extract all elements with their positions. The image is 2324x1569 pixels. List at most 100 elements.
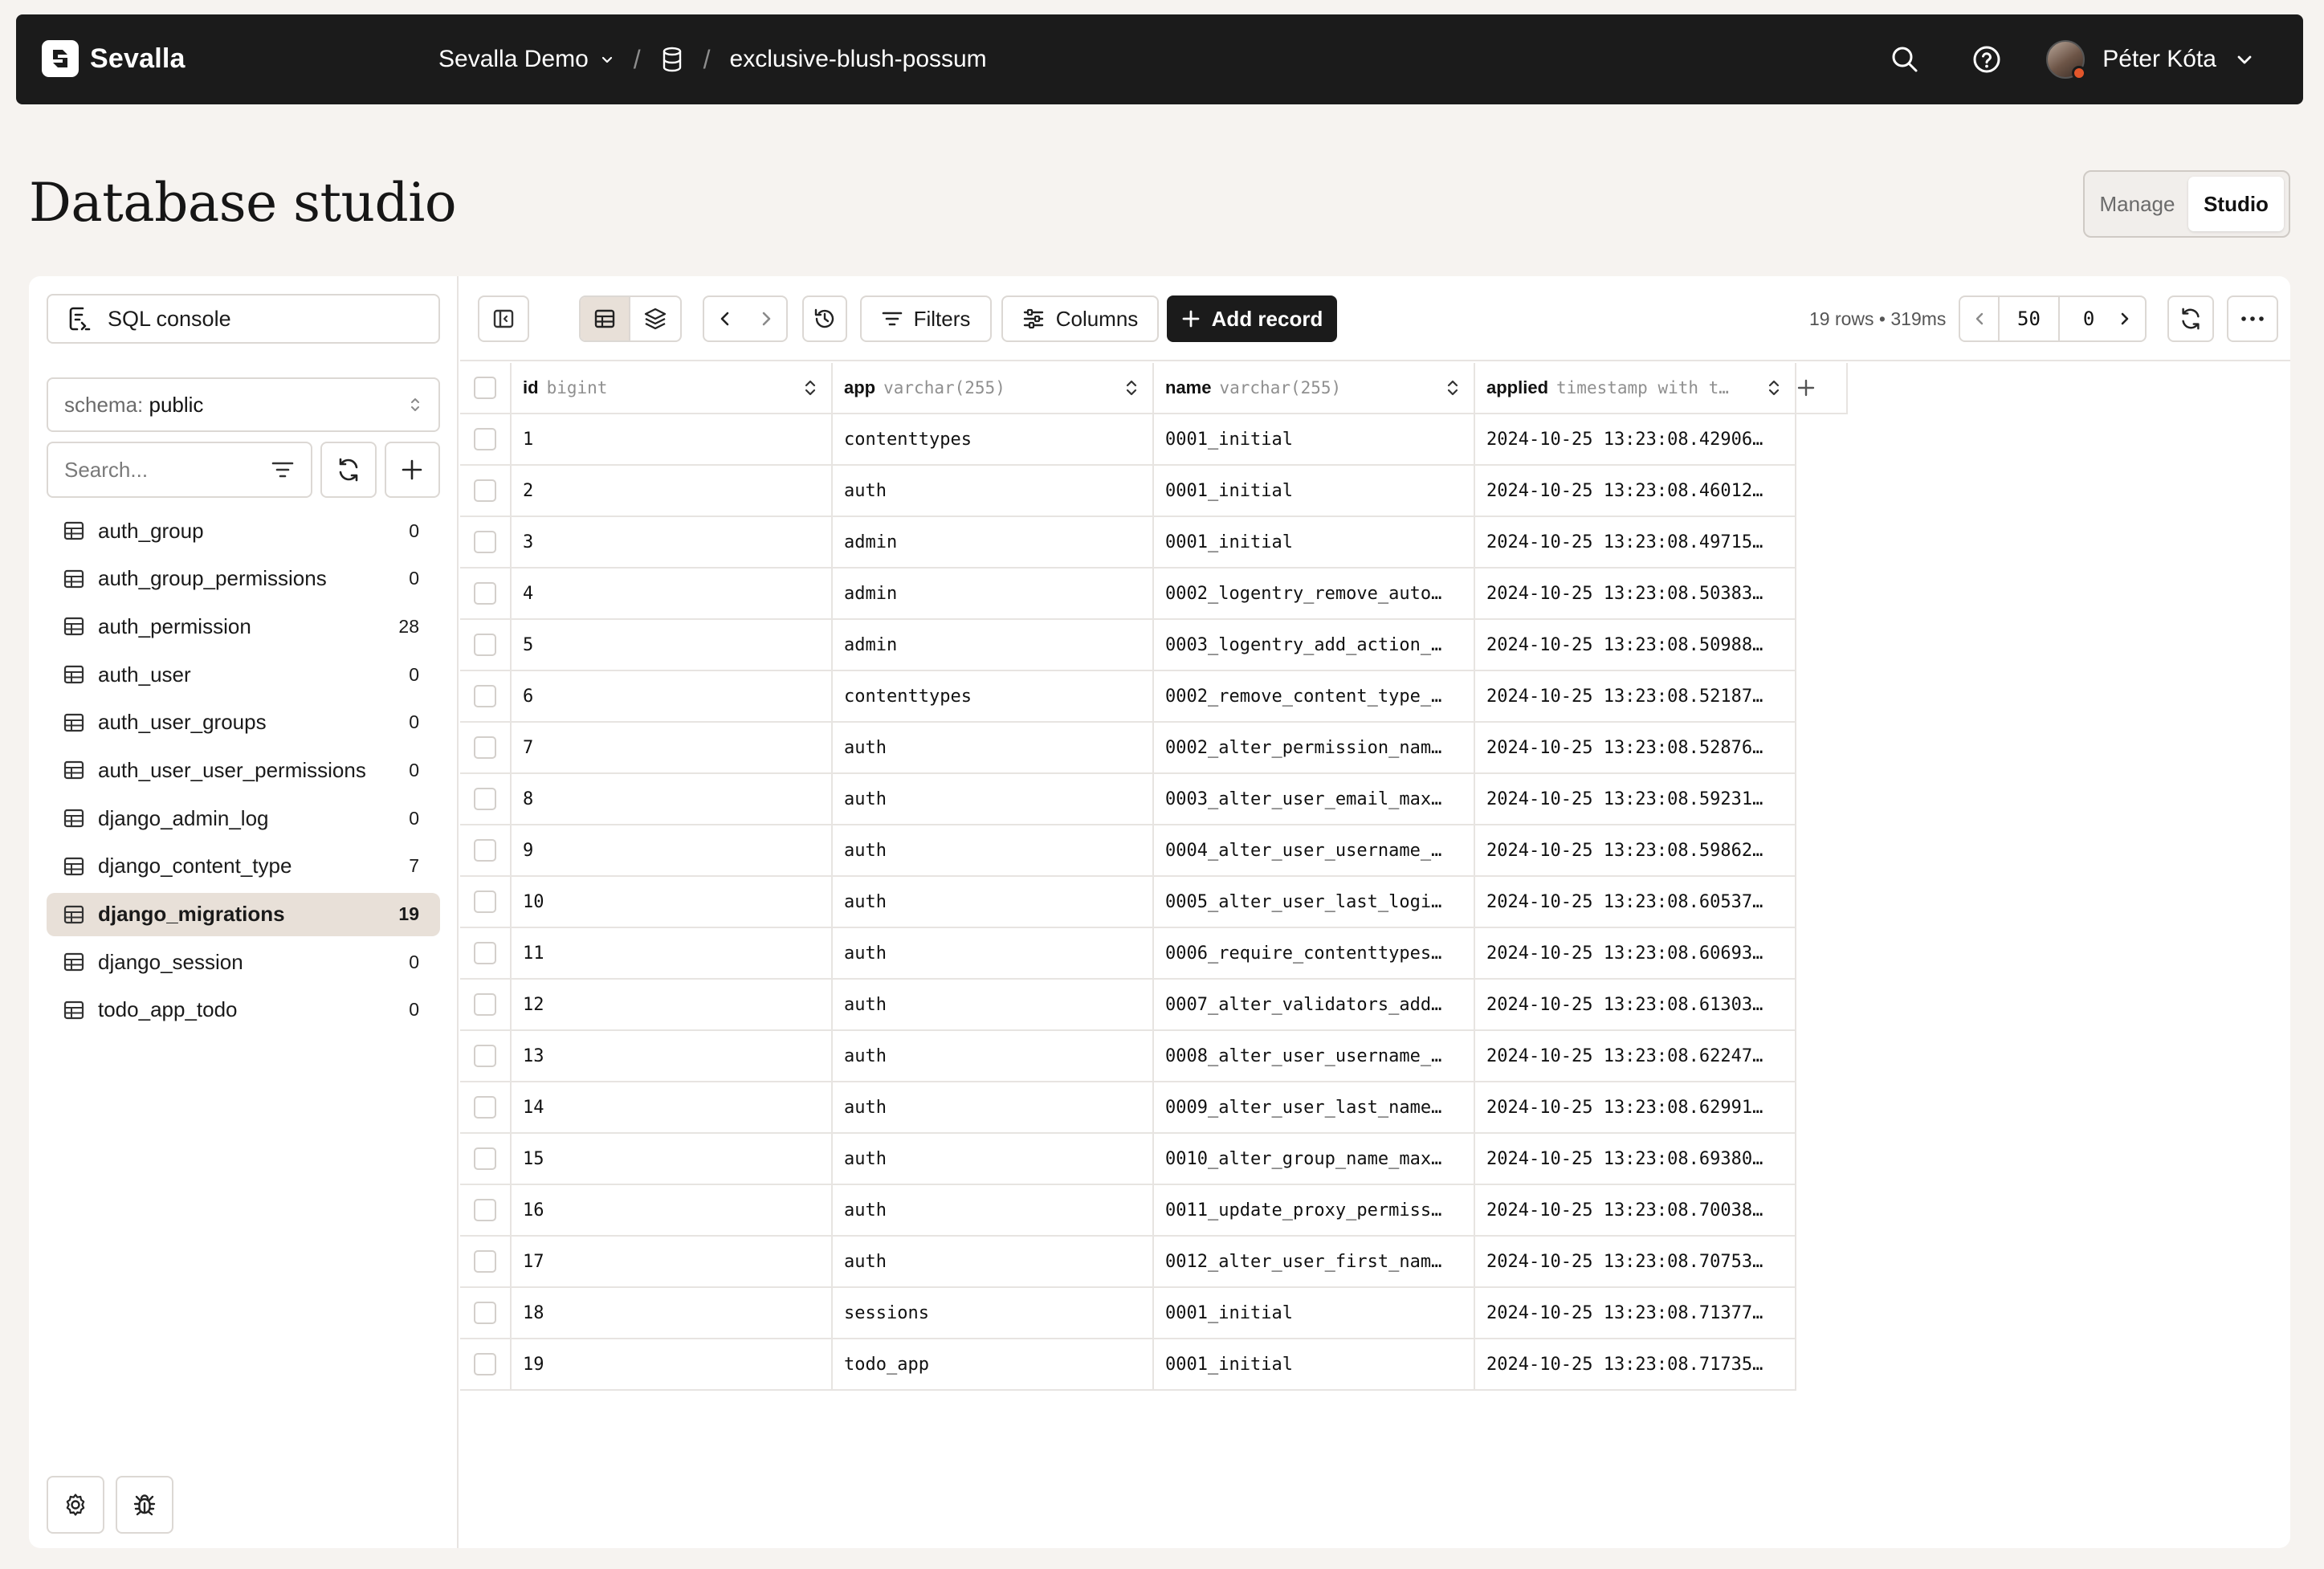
cell-name[interactable]: 0003_logentry_add_action_… xyxy=(1154,620,1475,671)
row-checkbox[interactable] xyxy=(474,428,496,450)
sql-console-button[interactable]: SQL console xyxy=(47,294,440,344)
table-row[interactable]: 3 admin 0001_initial 2024-10-25 13:23:08.49… xyxy=(460,517,1848,569)
table-row[interactable]: 19 todo_app 0001_initial 2024-10-25 13:23:0… xyxy=(460,1339,1848,1391)
cell-applied[interactable]: 2024-10-25 13:23:08.46012… xyxy=(1475,466,1796,517)
sidebar-item-auth-group-permissions[interactable]: auth_group_permissions 0 xyxy=(47,557,440,601)
cell-app[interactable]: admin xyxy=(833,569,1154,620)
cell-app[interactable]: auth xyxy=(833,1185,1154,1237)
cell-app[interactable]: auth xyxy=(833,928,1154,980)
add-table-button[interactable] xyxy=(384,442,440,498)
cell-id[interactable]: 3 xyxy=(512,517,833,569)
cell-id[interactable]: 10 xyxy=(512,877,833,928)
row-checkbox[interactable] xyxy=(474,1250,496,1273)
row-checkbox[interactable] xyxy=(474,942,496,964)
cell-name[interactable]: 0002_logentry_remove_auto… xyxy=(1154,569,1475,620)
cell-name[interactable]: 0001_initial xyxy=(1154,1339,1475,1391)
cell-name[interactable]: 0001_initial xyxy=(1154,414,1475,466)
cell-id[interactable]: 7 xyxy=(512,723,833,774)
cell-applied[interactable]: 2024-10-25 13:23:08.70038… xyxy=(1475,1185,1796,1237)
row-checkbox[interactable] xyxy=(474,839,496,862)
studio-tab[interactable]: Studio xyxy=(2188,177,2284,231)
sidebar-item-django-session[interactable]: django_session 0 xyxy=(47,940,440,984)
cell-id[interactable]: 4 xyxy=(512,569,833,620)
database-name[interactable]: exclusive-blush-possum xyxy=(730,46,987,73)
cell-id[interactable]: 5 xyxy=(512,620,833,671)
project-switcher[interactable]: Sevalla Demo xyxy=(438,46,614,73)
sidebar-item-auth-user-groups[interactable]: auth_user_groups 0 xyxy=(47,701,440,744)
cell-applied[interactable]: 2024-10-25 13:23:08.71377… xyxy=(1475,1288,1796,1339)
cell-applied[interactable]: 2024-10-25 13:23:08.62991… xyxy=(1475,1082,1796,1134)
table-row[interactable]: 15 auth 0010_alter_group_name_max… 2024-10-… xyxy=(460,1134,1848,1185)
table-row[interactable]: 6 contenttypes 0002_remove_content_type_… 2… xyxy=(460,671,1848,723)
structure-view-button[interactable] xyxy=(630,297,680,340)
cell-id[interactable]: 1 xyxy=(512,414,833,466)
cell-id[interactable]: 8 xyxy=(512,774,833,825)
manage-tab[interactable]: Manage xyxy=(2090,177,2185,231)
cell-applied[interactable]: 2024-10-25 13:23:08.71735… xyxy=(1475,1339,1796,1391)
column-header-name[interactable]: name varchar(255) xyxy=(1154,363,1475,414)
sidebar-item-auth-group[interactable]: auth_group 0 xyxy=(47,509,440,552)
row-checkbox[interactable] xyxy=(474,993,496,1016)
table-search-input[interactable] xyxy=(64,457,241,483)
cell-applied[interactable]: 2024-10-25 13:23:08.70753… xyxy=(1475,1237,1796,1288)
cell-applied[interactable]: 2024-10-25 13:23:08.62247… xyxy=(1475,1031,1796,1082)
filter-icon[interactable] xyxy=(271,459,295,480)
row-checkbox[interactable] xyxy=(474,1045,496,1067)
cell-app[interactable]: auth xyxy=(833,877,1154,928)
table-row[interactable]: 11 auth 0006_require_contenttypes… 2024-10-… xyxy=(460,928,1848,980)
cell-app[interactable]: auth xyxy=(833,1237,1154,1288)
table-row[interactable]: 2 auth 0001_initial 2024-10-25 13:23:08.460… xyxy=(460,466,1848,517)
cell-id[interactable]: 14 xyxy=(512,1082,833,1134)
cell-app[interactable]: auth xyxy=(833,980,1154,1031)
table-row[interactable]: 17 auth 0012_alter_user_first_nam… 2024-10-… xyxy=(460,1237,1848,1288)
row-checkbox[interactable] xyxy=(474,685,496,707)
cell-applied[interactable]: 2024-10-25 13:23:08.59231… xyxy=(1475,774,1796,825)
cell-applied[interactable]: 2024-10-25 13:23:08.50988… xyxy=(1475,620,1796,671)
search-icon[interactable] xyxy=(1882,37,1927,82)
sidebar-item-django-migrations[interactable]: django_migrations 19 xyxy=(47,892,440,936)
cell-id[interactable]: 9 xyxy=(512,825,833,877)
more-options-button[interactable] xyxy=(2227,295,2278,342)
cell-id[interactable]: 15 xyxy=(512,1134,833,1185)
cell-app[interactable]: todo_app xyxy=(833,1339,1154,1391)
page-limit-input[interactable]: 50 xyxy=(2000,297,2060,340)
add-column-button[interactable] xyxy=(1796,363,1848,414)
cell-id[interactable]: 16 xyxy=(512,1185,833,1237)
cell-name[interactable]: 0005_alter_user_last_logi… xyxy=(1154,877,1475,928)
table-row[interactable]: 18 sessions 0001_initial 2024-10-25 13:23:0… xyxy=(460,1288,1848,1339)
cell-name[interactable]: 0001_initial xyxy=(1154,1288,1475,1339)
cell-app[interactable]: contenttypes xyxy=(833,414,1154,466)
row-checkbox[interactable] xyxy=(474,736,496,759)
cell-applied[interactable]: 2024-10-25 13:23:08.60537… xyxy=(1475,877,1796,928)
row-checkbox[interactable] xyxy=(474,531,496,553)
cell-applied[interactable]: 2024-10-25 13:23:08.52876… xyxy=(1475,723,1796,774)
cell-applied[interactable]: 2024-10-25 13:23:08.49715… xyxy=(1475,517,1796,569)
sort-icon[interactable] xyxy=(1125,378,1138,397)
cell-id[interactable]: 2 xyxy=(512,466,833,517)
row-checkbox[interactable] xyxy=(474,788,496,810)
row-checkbox[interactable] xyxy=(474,479,496,502)
sidebar-item-auth-user[interactable]: auth_user 0 xyxy=(47,653,440,696)
help-circle-icon[interactable] xyxy=(1964,37,2009,82)
refresh-tables-button[interactable] xyxy=(320,442,377,498)
column-header-applied[interactable]: applied timestamp with t… xyxy=(1475,363,1796,414)
cell-name[interactable]: 0003_alter_user_email_max… xyxy=(1154,774,1475,825)
table-row[interactable]: 16 auth 0011_update_proxy_permiss… 2024-10-… xyxy=(460,1185,1848,1237)
table-row[interactable]: 12 auth 0007_alter_validators_add… 2024-10-… xyxy=(460,980,1848,1031)
cell-app[interactable]: auth xyxy=(833,723,1154,774)
cell-app[interactable]: auth xyxy=(833,825,1154,877)
sidebar-item-auth-permission[interactable]: auth_permission 28 xyxy=(47,605,440,648)
cell-name[interactable]: 0007_alter_validators_add… xyxy=(1154,980,1475,1031)
cell-id[interactable]: 11 xyxy=(512,928,833,980)
table-row[interactable]: 14 auth 0009_alter_user_last_name… 2024-10-… xyxy=(460,1082,1848,1134)
refresh-data-button[interactable] xyxy=(2167,295,2214,342)
cell-name[interactable]: 0001_initial xyxy=(1154,466,1475,517)
settings-button[interactable] xyxy=(47,1476,104,1534)
cell-app[interactable]: auth xyxy=(833,1134,1154,1185)
table-row[interactable]: 13 auth 0008_alter_user_username_… 2024-10-… xyxy=(460,1031,1848,1082)
next-page-button[interactable] xyxy=(2105,295,2147,342)
cell-id[interactable]: 12 xyxy=(512,980,833,1031)
add-record-button[interactable]: Add record xyxy=(1167,295,1337,342)
cell-applied[interactable]: 2024-10-25 13:23:08.69380… xyxy=(1475,1134,1796,1185)
select-all-checkbox[interactable] xyxy=(474,377,496,399)
